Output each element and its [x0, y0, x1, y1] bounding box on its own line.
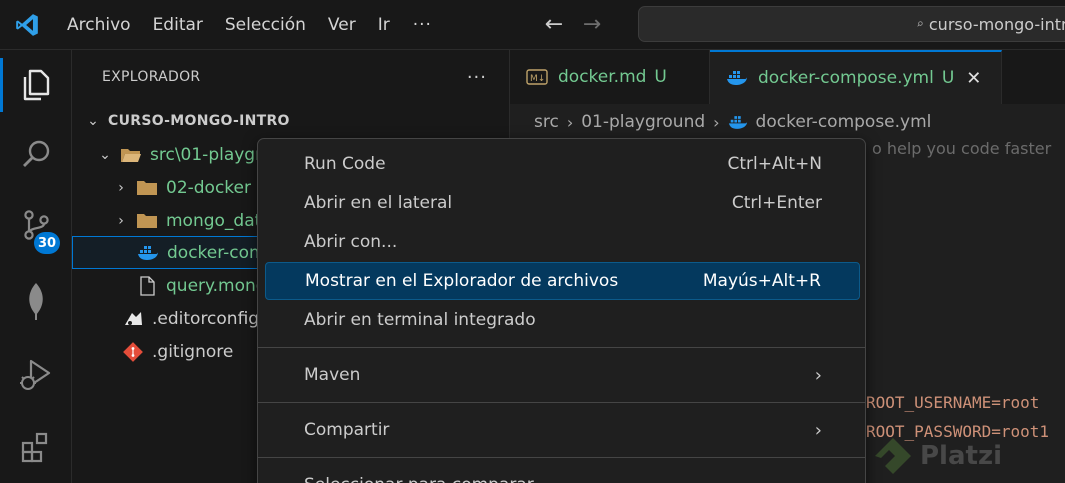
- folder-icon: [136, 211, 158, 231]
- extensions-icon[interactable]: [0, 412, 72, 482]
- tree-item-label: .editorconfig: [152, 308, 260, 329]
- tree-item-label: 02-docker: [166, 177, 251, 198]
- docker-whale-icon: [726, 70, 748, 86]
- tree-item-label: mongo_data: [166, 210, 272, 231]
- title-bar: Archivo Editar Selección Ver Ir ··· ← → …: [0, 0, 1065, 50]
- tree-root[interactable]: ⌄ CURSO-MONGO-INTRO: [72, 104, 510, 137]
- folder-open-icon: [120, 145, 142, 165]
- chevron-down-icon: ⌄: [87, 112, 99, 129]
- menu-item-shortcut: Ctrl+Alt+N: [727, 154, 822, 174]
- menu-item-select-for-compare[interactable]: Seleccionar para comparar: [265, 466, 860, 483]
- markdown-icon-text: M↓: [530, 74, 545, 84]
- menu-seleccion[interactable]: Selección: [214, 0, 317, 50]
- chevron-right-icon: ›: [814, 419, 822, 441]
- chevron-right-icon: ›: [566, 112, 574, 132]
- editor-hint: o help you code faster: [872, 139, 1052, 158]
- menu-item-open-in-terminal[interactable]: Abrir en terminal integrado: [265, 301, 860, 339]
- menu-ir[interactable]: Ir: [367, 0, 401, 50]
- forward-arrow-icon[interactable]: →: [580, 12, 604, 37]
- watermark-text: Platzi: [920, 441, 1002, 471]
- menu-item-run-code[interactable]: Run Code Ctrl+Alt+N: [265, 145, 860, 183]
- menu-ver[interactable]: Ver: [317, 0, 367, 50]
- explorer-title: EXPLORADOR: [102, 69, 201, 85]
- chevron-right-icon: ›: [713, 112, 720, 132]
- markdown-icon: M↓: [526, 69, 548, 85]
- tab-status: U: [941, 68, 955, 88]
- breadcrumb-item[interactable]: src: [534, 112, 559, 132]
- menu-item-label: Mostrar en el Explorador de archivos: [305, 271, 619, 291]
- menu-item-label: Seleccionar para comparar: [304, 475, 534, 483]
- tab-label: docker-compose.yml: [758, 68, 934, 88]
- menu-archivo[interactable]: Archivo: [56, 0, 142, 50]
- vscode-logo-icon: [16, 13, 38, 36]
- menu-item-label: Abrir en terminal integrado: [304, 310, 536, 330]
- menu-more-icon[interactable]: ···: [401, 15, 444, 35]
- git-icon: [122, 341, 144, 362]
- explorer-more-icon[interactable]: ···: [467, 67, 487, 88]
- breadcrumb: src › 01-playground › docker-compose.yml: [534, 106, 931, 138]
- menu-item-label: Abrir en el lateral: [304, 193, 453, 213]
- context-menu: Run Code Ctrl+Alt+N Abrir en el lateral …: [257, 138, 866, 483]
- menu-item-share[interactable]: Compartir ›: [265, 411, 860, 449]
- run-debug-icon[interactable]: [0, 340, 72, 410]
- tree-root-label: CURSO-MONGO-INTRO: [108, 112, 290, 129]
- back-arrow-icon[interactable]: ←: [542, 12, 566, 37]
- menu-item-label: Abrir con...: [304, 232, 398, 252]
- menu-separator: [258, 457, 865, 458]
- platzi-logo-icon: [875, 438, 911, 474]
- menu-item-open-with[interactable]: Abrir con...: [265, 223, 860, 261]
- explorer-header: EXPLORADOR ···: [72, 50, 509, 104]
- tree-item-label: .gitignore: [152, 341, 234, 362]
- explorer-icon[interactable]: [0, 50, 72, 120]
- breadcrumb-item[interactable]: docker-compose.yml: [756, 112, 932, 132]
- close-icon[interactable]: ✕: [966, 68, 981, 89]
- activity-bar: 30: [0, 50, 72, 483]
- command-center-text: curso-mongo-intro: [928, 14, 1065, 34]
- tab-status: U: [654, 67, 667, 87]
- chevron-down-icon: ⌄: [99, 146, 111, 163]
- platzi-watermark: Platzi: [872, 435, 1002, 477]
- menu-item-shortcut: Mayús+Alt+R: [702, 271, 821, 291]
- file-icon: [136, 275, 158, 296]
- menu-item-label: Maven: [304, 365, 361, 385]
- command-center-search[interactable]: curso-mongo-intro: [638, 6, 1065, 42]
- mongodb-leaf-icon[interactable]: [0, 266, 72, 336]
- tab-label: docker.md: [558, 67, 647, 87]
- chevron-right-icon: ›: [118, 179, 124, 196]
- menu-item-label: Run Code: [304, 154, 386, 174]
- editorconfig-icon: [122, 309, 144, 329]
- breadcrumb-item[interactable]: 01-playground: [581, 112, 705, 132]
- menu-item-maven[interactable]: Maven ›: [265, 356, 860, 394]
- docker-whale-icon: [137, 243, 159, 263]
- chevron-right-icon: ›: [118, 212, 124, 229]
- menu-item-open-to-side[interactable]: Abrir en el lateral Ctrl+Enter: [265, 184, 860, 222]
- tab-bar: M↓ docker.md U docker-compose.yml U ✕: [510, 50, 1065, 104]
- tab-docker-md[interactable]: M↓ docker.md U: [510, 50, 710, 104]
- menu-editar[interactable]: Editar: [142, 0, 214, 50]
- scm-badge: 30: [34, 232, 61, 254]
- menu-separator: [258, 402, 865, 403]
- menu-item-label: Compartir: [304, 420, 390, 440]
- search-icon[interactable]: [0, 120, 72, 190]
- folder-icon: [136, 178, 158, 198]
- menu-item-shortcut: Ctrl+Enter: [731, 193, 822, 213]
- tab-docker-compose[interactable]: docker-compose.yml U ✕: [710, 50, 1002, 104]
- chevron-right-icon: ›: [814, 364, 822, 386]
- menu-separator: [258, 347, 865, 348]
- menu-item-reveal-in-explorer[interactable]: Mostrar en el Explorador de archivos May…: [265, 262, 860, 300]
- search-icon: [917, 21, 923, 27]
- code-line[interactable]: ROOT_USERNAME=root: [866, 393, 1039, 412]
- docker-whale-icon: [728, 115, 748, 130]
